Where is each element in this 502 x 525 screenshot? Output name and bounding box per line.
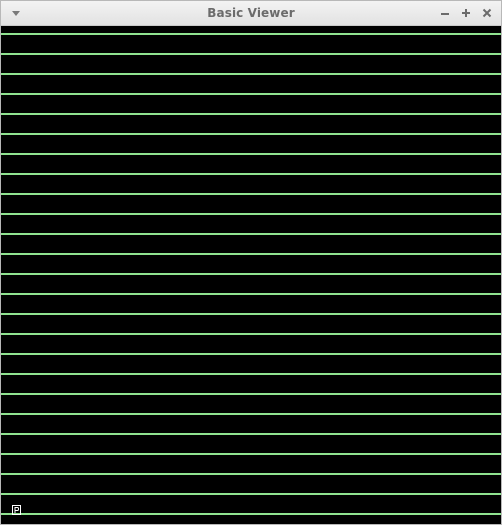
close-icon <box>482 8 492 18</box>
minimize-icon <box>441 13 449 15</box>
title-bar[interactable]: Basic Viewer <box>1 1 501 26</box>
app-window: Basic Viewer <box>0 0 502 525</box>
maximize-button[interactable] <box>458 5 474 21</box>
window-title: Basic Viewer <box>207 6 295 20</box>
minimize-button[interactable] <box>437 5 453 21</box>
axes-marker-icon <box>12 505 21 515</box>
horizontal-lines-layer <box>1 33 501 515</box>
render-viewport[interactable] <box>1 26 501 524</box>
close-button[interactable] <box>479 5 495 21</box>
maximize-icon <box>462 9 470 17</box>
